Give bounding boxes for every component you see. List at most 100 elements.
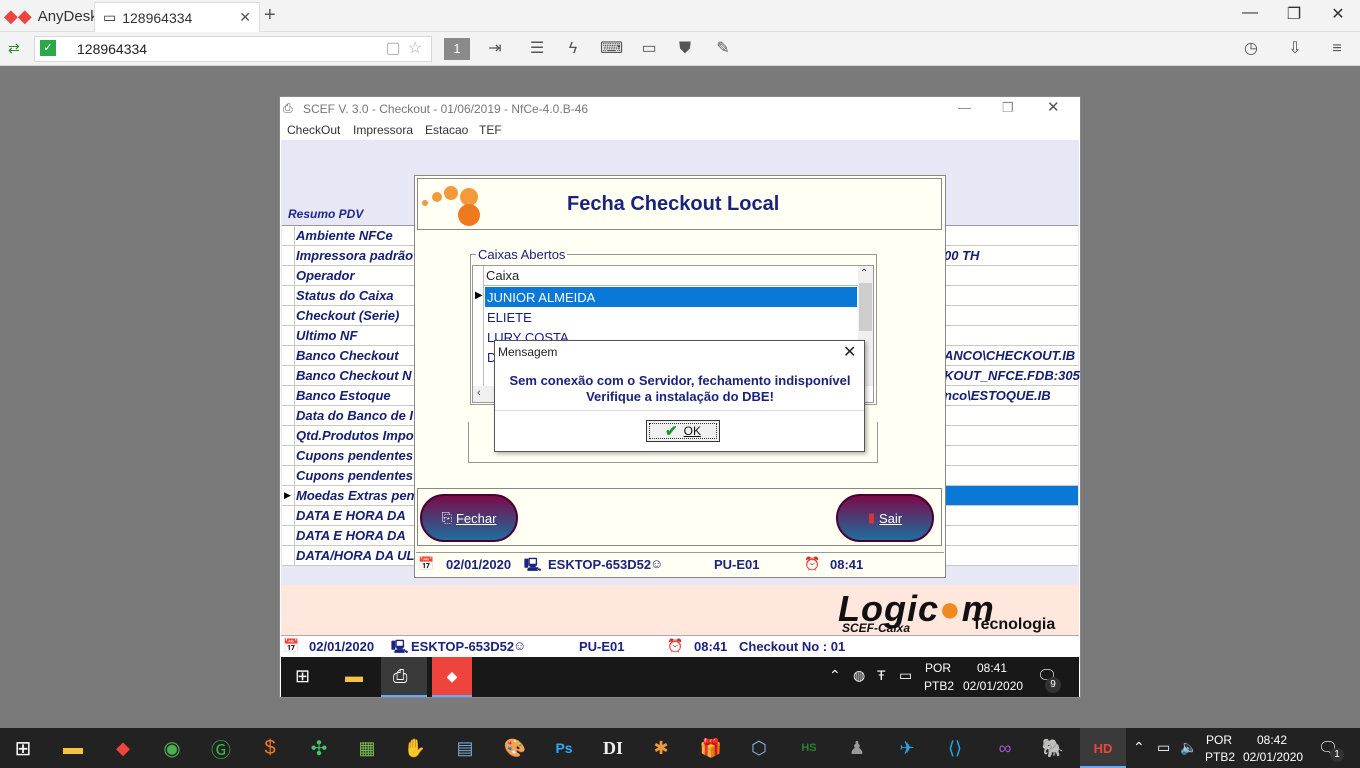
scef-minimize-button[interactable]: — <box>958 100 971 115</box>
grid-indicator-line <box>294 546 295 566</box>
chat-icon[interactable]: ▢ <box>382 38 404 60</box>
resumo-row-label: Cupons pendentes <box>296 448 414 463</box>
connection-icon[interactable]: ⇄ <box>8 40 20 57</box>
new-tab-button[interactable]: + <box>264 4 276 27</box>
tray-volume-icon[interactable]: 🔈 <box>1180 739 1197 756</box>
remote-layout[interactable]: PTB2 <box>924 679 954 693</box>
postgres-icon[interactable]: 🐘 <box>1038 732 1068 764</box>
scroll-left-icon[interactable]: ‹ <box>477 387 481 399</box>
address-field[interactable]: 128964334 <box>34 36 432 62</box>
tray-lang[interactable]: POR <box>1206 733 1232 747</box>
menu-icon[interactable]: ≡ <box>1326 38 1348 60</box>
checkmark-icon: ✔ <box>665 423 678 440</box>
hs-app-icon[interactable]: HS <box>794 732 824 764</box>
minimize-button[interactable]: — <box>1230 4 1270 22</box>
hd-app-icon[interactable]: HD <box>1088 732 1118 764</box>
tray-clock-time[interactable]: 08:42 <box>1257 733 1287 747</box>
scroll-thumb[interactable] <box>859 283 872 331</box>
vscode-icon[interactable]: ⟨⟩ <box>940 732 970 764</box>
resumo-row-label: DATA/HORA DA UL <box>296 548 415 563</box>
ok-button[interactable]: ✔ OK <box>646 420 720 442</box>
caixa-list-item[interactable]: JUNIOR ALMEIDA <box>485 287 857 307</box>
remote-explorer-icon[interactable]: ▬ <box>345 666 363 687</box>
spy-app-icon[interactable]: ♟ <box>842 732 872 764</box>
transfer-icon[interactable]: ⇥ <box>484 38 506 60</box>
grid-indicator-line <box>294 266 295 286</box>
start-icon[interactable]: ⊞ <box>8 732 38 764</box>
selected-row-highlight <box>944 486 1078 505</box>
monitor-icon: ▭ <box>103 9 117 25</box>
telegram-icon[interactable]: ✈ <box>892 732 922 764</box>
display-icon[interactable]: ▭ <box>638 38 660 60</box>
calendar-icon: 📅 <box>283 638 300 653</box>
monitor-number-button[interactable]: 1 <box>444 38 470 60</box>
chrome-icon[interactable]: ◉ <box>157 732 187 764</box>
remote-clock-time[interactable]: 08:41 <box>977 661 1007 675</box>
caixa-list-item[interactable]: ELIETE <box>485 307 857 327</box>
scef-statusbar: 📅 02/01/2020 🖳 ESKTOP-653D52 ☺ PU-E01 ⏰ … <box>281 635 1079 657</box>
caixas-group-label: Caixas Abertos <box>476 247 568 262</box>
chat-window-icon[interactable]: ☰ <box>526 38 548 60</box>
whiteboard-icon[interactable]: ✎ <box>712 38 734 60</box>
restore-button[interactable]: ❐ <box>1274 4 1314 24</box>
remote-clock-date[interactable]: 02/01/2020 <box>963 679 1023 693</box>
scef-close-button[interactable]: ✕ <box>1047 98 1060 116</box>
close-tab-icon[interactable]: ✕ <box>239 9 251 26</box>
tray-layout[interactable]: PTB2 <box>1205 750 1235 764</box>
chart-app-icon[interactable]: ▦ <box>352 732 382 764</box>
history-icon[interactable]: ◷ <box>1240 38 1262 60</box>
remote-display-icon[interactable]: ▭ <box>899 667 912 684</box>
download-icon[interactable]: ⇩ <box>1284 38 1306 60</box>
network-app-icon[interactable]: ✣ <box>304 732 334 764</box>
scroll-up-icon[interactable]: ⌃ <box>860 268 868 279</box>
grid-indicator-line <box>294 406 295 426</box>
resumo-row-value: nco\ESTOQUE.IB <box>944 388 1051 403</box>
resumo-row-label: DATA E HORA DA <box>296 508 406 523</box>
tray-chevron-icon[interactable]: ⌃ <box>1133 739 1145 756</box>
paint-app-icon[interactable]: 🎨 <box>500 732 530 764</box>
remote-start-icon[interactable]: ⊞ <box>295 666 310 687</box>
files-app-icon[interactable]: ▤ <box>450 732 480 764</box>
remote-tray-chevron-icon[interactable]: ⌃ <box>829 667 841 684</box>
remote-lang[interactable]: POR <box>925 661 951 675</box>
di-app-icon[interactable]: DI <box>598 732 628 764</box>
resumo-row-label: Data do Banco de I <box>296 408 414 423</box>
remote-network-icon[interactable]: ◍ <box>853 667 865 684</box>
actions-icon[interactable]: ϟ <box>562 38 584 60</box>
gift-app-icon[interactable]: 🎁 <box>696 732 726 764</box>
close-window-button[interactable]: ✕ <box>1318 4 1358 24</box>
caixa-column-header[interactable]: Caixa <box>484 266 858 286</box>
logo-orb-icon: ● <box>939 588 962 629</box>
status-station: PU-E01 <box>579 639 625 654</box>
menu-tef[interactable]: TEF <box>479 123 502 137</box>
star-icon[interactable]: ☆ <box>404 38 426 60</box>
status-time: 08:41 <box>694 639 728 654</box>
remote-anydesk-task[interactable]: ◆ <box>432 657 472 697</box>
permissions-icon[interactable]: ⛊ <box>674 38 696 60</box>
tray-clock-date[interactable]: 02/01/2020 <box>1243 750 1303 764</box>
mensagem-close-icon[interactable]: ✕ <box>843 342 856 362</box>
scef-restore-button[interactable]: ❐ <box>1002 100 1014 116</box>
fecha-user-icon: ☺ <box>650 556 664 571</box>
file-explorer-icon[interactable]: ▬ <box>58 732 88 764</box>
tray-network-icon[interactable]: ▭ <box>1157 739 1170 756</box>
resumo-row-value: 00 TH <box>944 248 980 263</box>
menu-checkout[interactable]: CheckOut <box>287 123 340 137</box>
row-pointer-icon: ▶ <box>284 490 291 500</box>
money-app-icon[interactable]: $ <box>255 732 285 764</box>
hands-app-icon[interactable]: ✋ <box>400 732 430 764</box>
session-tab[interactable]: ▭ 128964334 ✕ <box>94 2 260 32</box>
anydesk-task-icon[interactable]: ◆ <box>108 732 138 764</box>
resumo-row-label: Checkout (Serie) <box>296 308 400 323</box>
menu-impressora[interactable]: Impressora <box>353 123 413 137</box>
photoshop-icon[interactable]: Ps <box>549 732 579 764</box>
tools-app-icon[interactable]: ✱ <box>646 732 676 764</box>
keyboard-icon[interactable]: ⌨ <box>600 38 623 60</box>
visual-studio-icon[interactable]: ∞ <box>990 732 1020 764</box>
sair-button[interactable]: ▮ Sair <box>836 494 934 542</box>
green-app-icon[interactable]: Ⓖ <box>206 732 236 764</box>
box-app-icon[interactable]: ⬡ <box>744 732 774 764</box>
fechar-button[interactable]: ⎘ Fechar <box>420 494 518 542</box>
menu-estacao[interactable]: Estacao <box>425 123 468 137</box>
remote-font-icon[interactable]: Ŧ <box>877 667 886 683</box>
